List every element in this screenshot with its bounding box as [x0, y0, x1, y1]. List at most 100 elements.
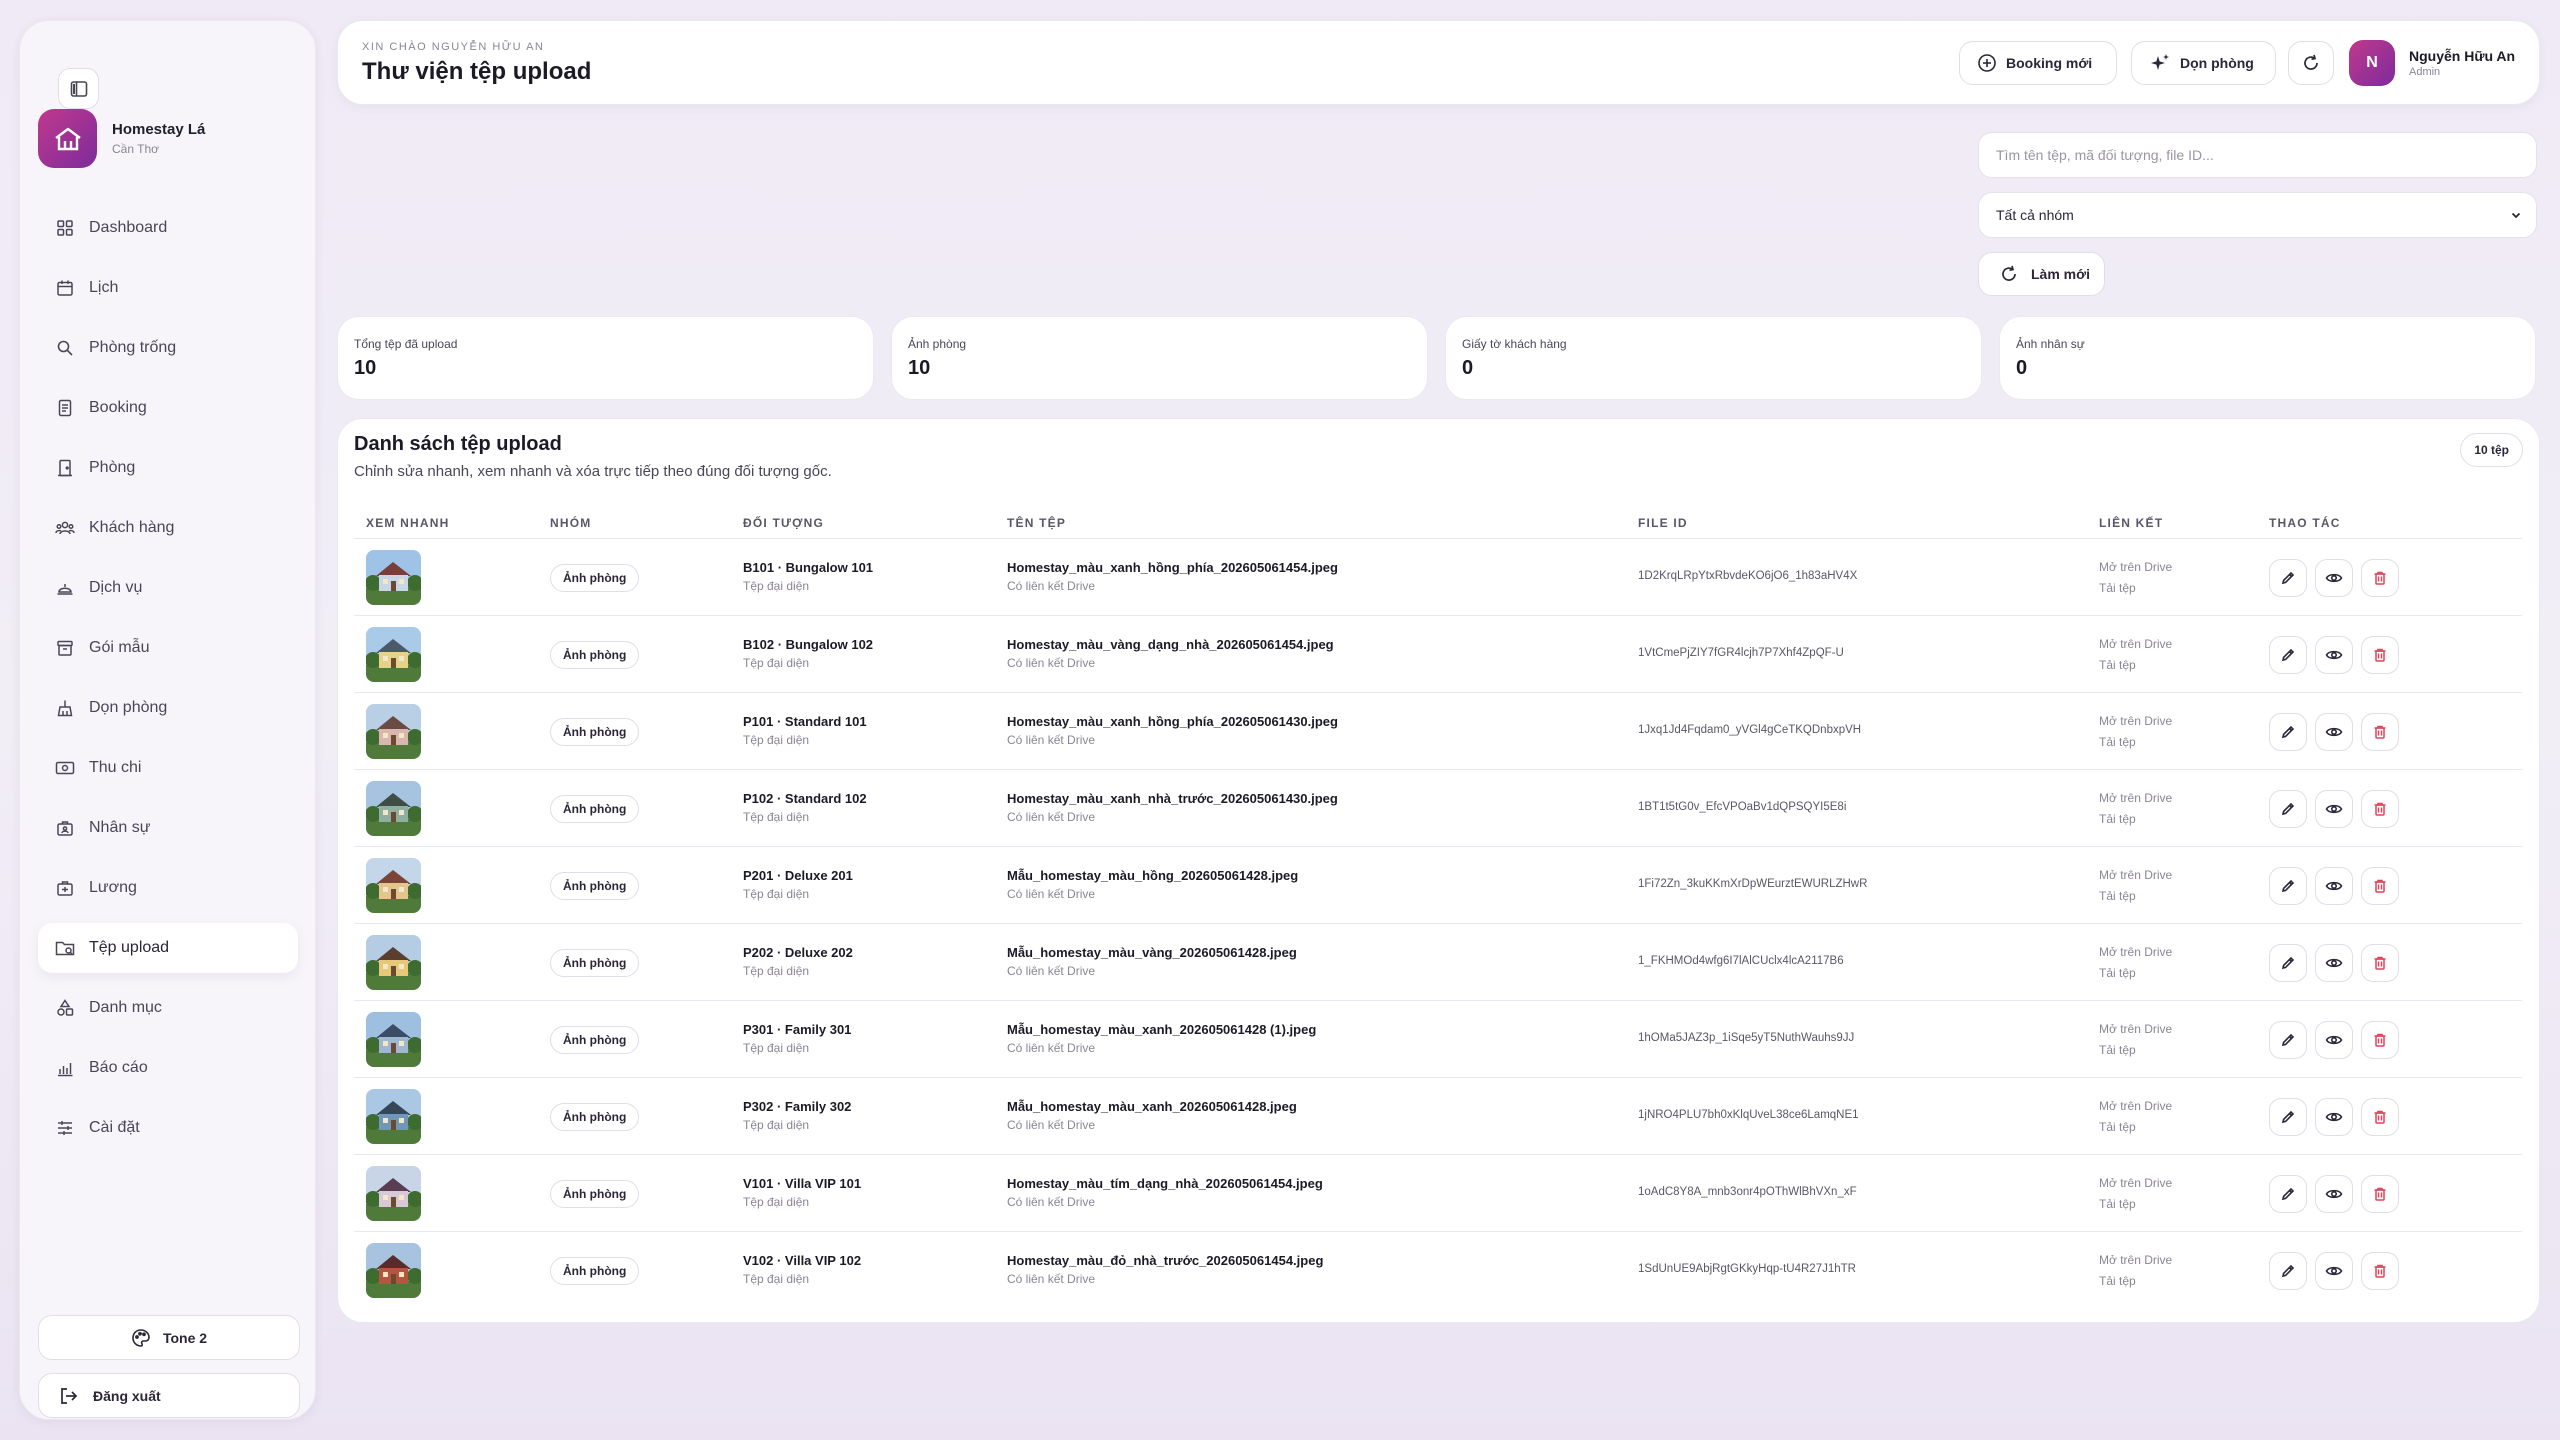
download-link[interactable]: Tải tệp — [2099, 1197, 2136, 1211]
sidebar-item-packages[interactable]: Gói mẫu — [38, 623, 298, 673]
sidebar-item-cleaning[interactable]: Dọn phòng — [38, 683, 298, 733]
delete-button[interactable] — [2361, 944, 2399, 982]
stat-card-total: Tổng tệp đã upload 10 — [337, 316, 874, 400]
thumbnail-preview[interactable] — [366, 1166, 421, 1221]
trash-icon — [2374, 1033, 2386, 1047]
reload-button[interactable]: Làm mới — [1978, 252, 2105, 296]
thumbnail-preview[interactable] — [366, 550, 421, 605]
sidebar-item-customers[interactable]: Khách hàng — [38, 503, 298, 553]
delete-button[interactable] — [2361, 1175, 2399, 1213]
view-button[interactable] — [2315, 713, 2353, 751]
edit-button[interactable] — [2269, 1175, 2307, 1213]
edit-button[interactable] — [2269, 713, 2307, 751]
users-icon — [55, 518, 75, 538]
search-input[interactable] — [1978, 132, 2537, 178]
sidebar-item-label: Nhân sự — [89, 819, 151, 836]
sidebar-item-staff[interactable]: Nhân sự — [38, 803, 298, 853]
download-link[interactable]: Tải tệp — [2099, 812, 2136, 826]
upload-table-card: Danh sách tệp upload Chỉnh sửa nhanh, xe… — [337, 418, 2540, 1323]
sidebar-item-categories[interactable]: Danh mục — [38, 983, 298, 1033]
download-link[interactable]: Tải tệp — [2099, 966, 2136, 980]
download-link[interactable]: Tải tệp — [2099, 1043, 2136, 1057]
download-link[interactable]: Tải tệp — [2099, 735, 2136, 749]
view-button[interactable] — [2315, 636, 2353, 674]
view-button[interactable] — [2315, 944, 2353, 982]
delete-button[interactable] — [2361, 1098, 2399, 1136]
open-drive-link[interactable]: Mở trên Drive — [2099, 1176, 2172, 1190]
thumbnail-preview[interactable] — [366, 935, 421, 990]
edit-button[interactable] — [2269, 559, 2307, 597]
delete-button[interactable] — [2361, 559, 2399, 597]
edit-button[interactable] — [2269, 867, 2307, 905]
house-photo-thumbnail — [366, 550, 421, 605]
house-photo-thumbnail — [366, 781, 421, 836]
edit-button[interactable] — [2269, 1098, 2307, 1136]
logout-button[interactable]: Đăng xuất — [38, 1373, 300, 1418]
delete-button[interactable] — [2361, 713, 2399, 751]
user-menu[interactable]: N Nguyễn Hữu An Admin — [2349, 40, 2515, 86]
thumbnail-preview[interactable] — [366, 1089, 421, 1144]
edit-button[interactable] — [2269, 636, 2307, 674]
trash-icon — [2374, 1187, 2386, 1201]
open-drive-link[interactable]: Mở trên Drive — [2099, 868, 2172, 882]
object-name: P301 · Family 301 — [743, 1022, 852, 1037]
edit-button[interactable] — [2269, 790, 2307, 828]
download-link[interactable]: Tải tệp — [2099, 889, 2136, 903]
view-button[interactable] — [2315, 1021, 2353, 1059]
thumbnail-preview[interactable] — [366, 704, 421, 759]
view-button[interactable] — [2315, 1252, 2353, 1290]
open-drive-link[interactable]: Mở trên Drive — [2099, 560, 2172, 574]
sidebar-item-rooms[interactable]: Phòng — [38, 443, 298, 493]
new-booking-button[interactable]: Booking mới — [1959, 41, 2117, 85]
delete-button[interactable] — [2361, 867, 2399, 905]
thumbnail-preview[interactable] — [366, 858, 421, 913]
open-drive-link[interactable]: Mở trên Drive — [2099, 1099, 2172, 1113]
delete-button[interactable] — [2361, 636, 2399, 674]
view-button[interactable] — [2315, 1098, 2353, 1136]
thumbnail-preview[interactable] — [366, 781, 421, 836]
sidebar-item-services[interactable]: Dịch vụ — [38, 563, 298, 613]
money-icon — [55, 758, 75, 778]
sidebar-item-finance[interactable]: Thu chi — [38, 743, 298, 793]
open-drive-link[interactable]: Mở trên Drive — [2099, 791, 2172, 805]
download-link[interactable]: Tải tệp — [2099, 1120, 2136, 1134]
view-button[interactable] — [2315, 790, 2353, 828]
sidebar-item-settings[interactable]: Cài đặt — [38, 1103, 298, 1153]
delete-button[interactable] — [2361, 1252, 2399, 1290]
thumbnail-preview[interactable] — [366, 627, 421, 682]
object-subtext: Tệp đại diện — [743, 1118, 810, 1132]
edit-button[interactable] — [2269, 1252, 2307, 1290]
tone-button[interactable]: Tone 2 — [38, 1315, 300, 1360]
open-drive-link[interactable]: Mở trên Drive — [2099, 637, 2172, 651]
sidebar-item-calendar[interactable]: Lịch — [38, 263, 298, 313]
header-refresh-button[interactable] — [2288, 41, 2334, 85]
download-link[interactable]: Tải tệp — [2099, 658, 2136, 672]
edit-button[interactable] — [2269, 1021, 2307, 1059]
delete-button[interactable] — [2361, 1021, 2399, 1059]
table-body: Ảnh phòng B101 · Bungalow 101 Tệp đại di… — [354, 539, 2522, 1309]
download-link[interactable]: Tải tệp — [2099, 1274, 2136, 1288]
open-drive-link[interactable]: Mở trên Drive — [2099, 714, 2172, 728]
cleaning-button[interactable]: Dọn phòng — [2131, 41, 2276, 85]
view-button[interactable] — [2315, 1175, 2353, 1213]
open-drive-link[interactable]: Mở trên Drive — [2099, 945, 2172, 959]
sidebar-item-uploads[interactable]: Tệp upload — [38, 923, 298, 973]
sidebar-item-available-rooms[interactable]: Phòng trống — [38, 323, 298, 373]
sidebar-item-dashboard[interactable]: Dashboard — [38, 203, 298, 253]
open-drive-link[interactable]: Mở trên Drive — [2099, 1253, 2172, 1267]
edit-button[interactable] — [2269, 944, 2307, 982]
sidebar-collapse-button[interactable] — [58, 68, 99, 109]
view-button[interactable] — [2315, 559, 2353, 597]
view-button[interactable] — [2315, 867, 2353, 905]
download-link[interactable]: Tải tệp — [2099, 581, 2136, 595]
sidebar-item-payroll[interactable]: Lương — [38, 863, 298, 913]
sidebar-item-booking[interactable]: Booking — [38, 383, 298, 433]
table-row: Ảnh phòng V101 · Villa VIP 101 Tệp đại d… — [354, 1155, 2522, 1232]
group-select[interactable]: Tất cả nhóm — [1978, 192, 2537, 238]
thumbnail-preview[interactable] — [366, 1243, 421, 1298]
sidebar-item-reports[interactable]: Báo cáo — [38, 1043, 298, 1093]
sidebar-item-label: Dashboard — [89, 219, 168, 236]
delete-button[interactable] — [2361, 790, 2399, 828]
open-drive-link[interactable]: Mở trên Drive — [2099, 1022, 2172, 1036]
thumbnail-preview[interactable] — [366, 1012, 421, 1067]
